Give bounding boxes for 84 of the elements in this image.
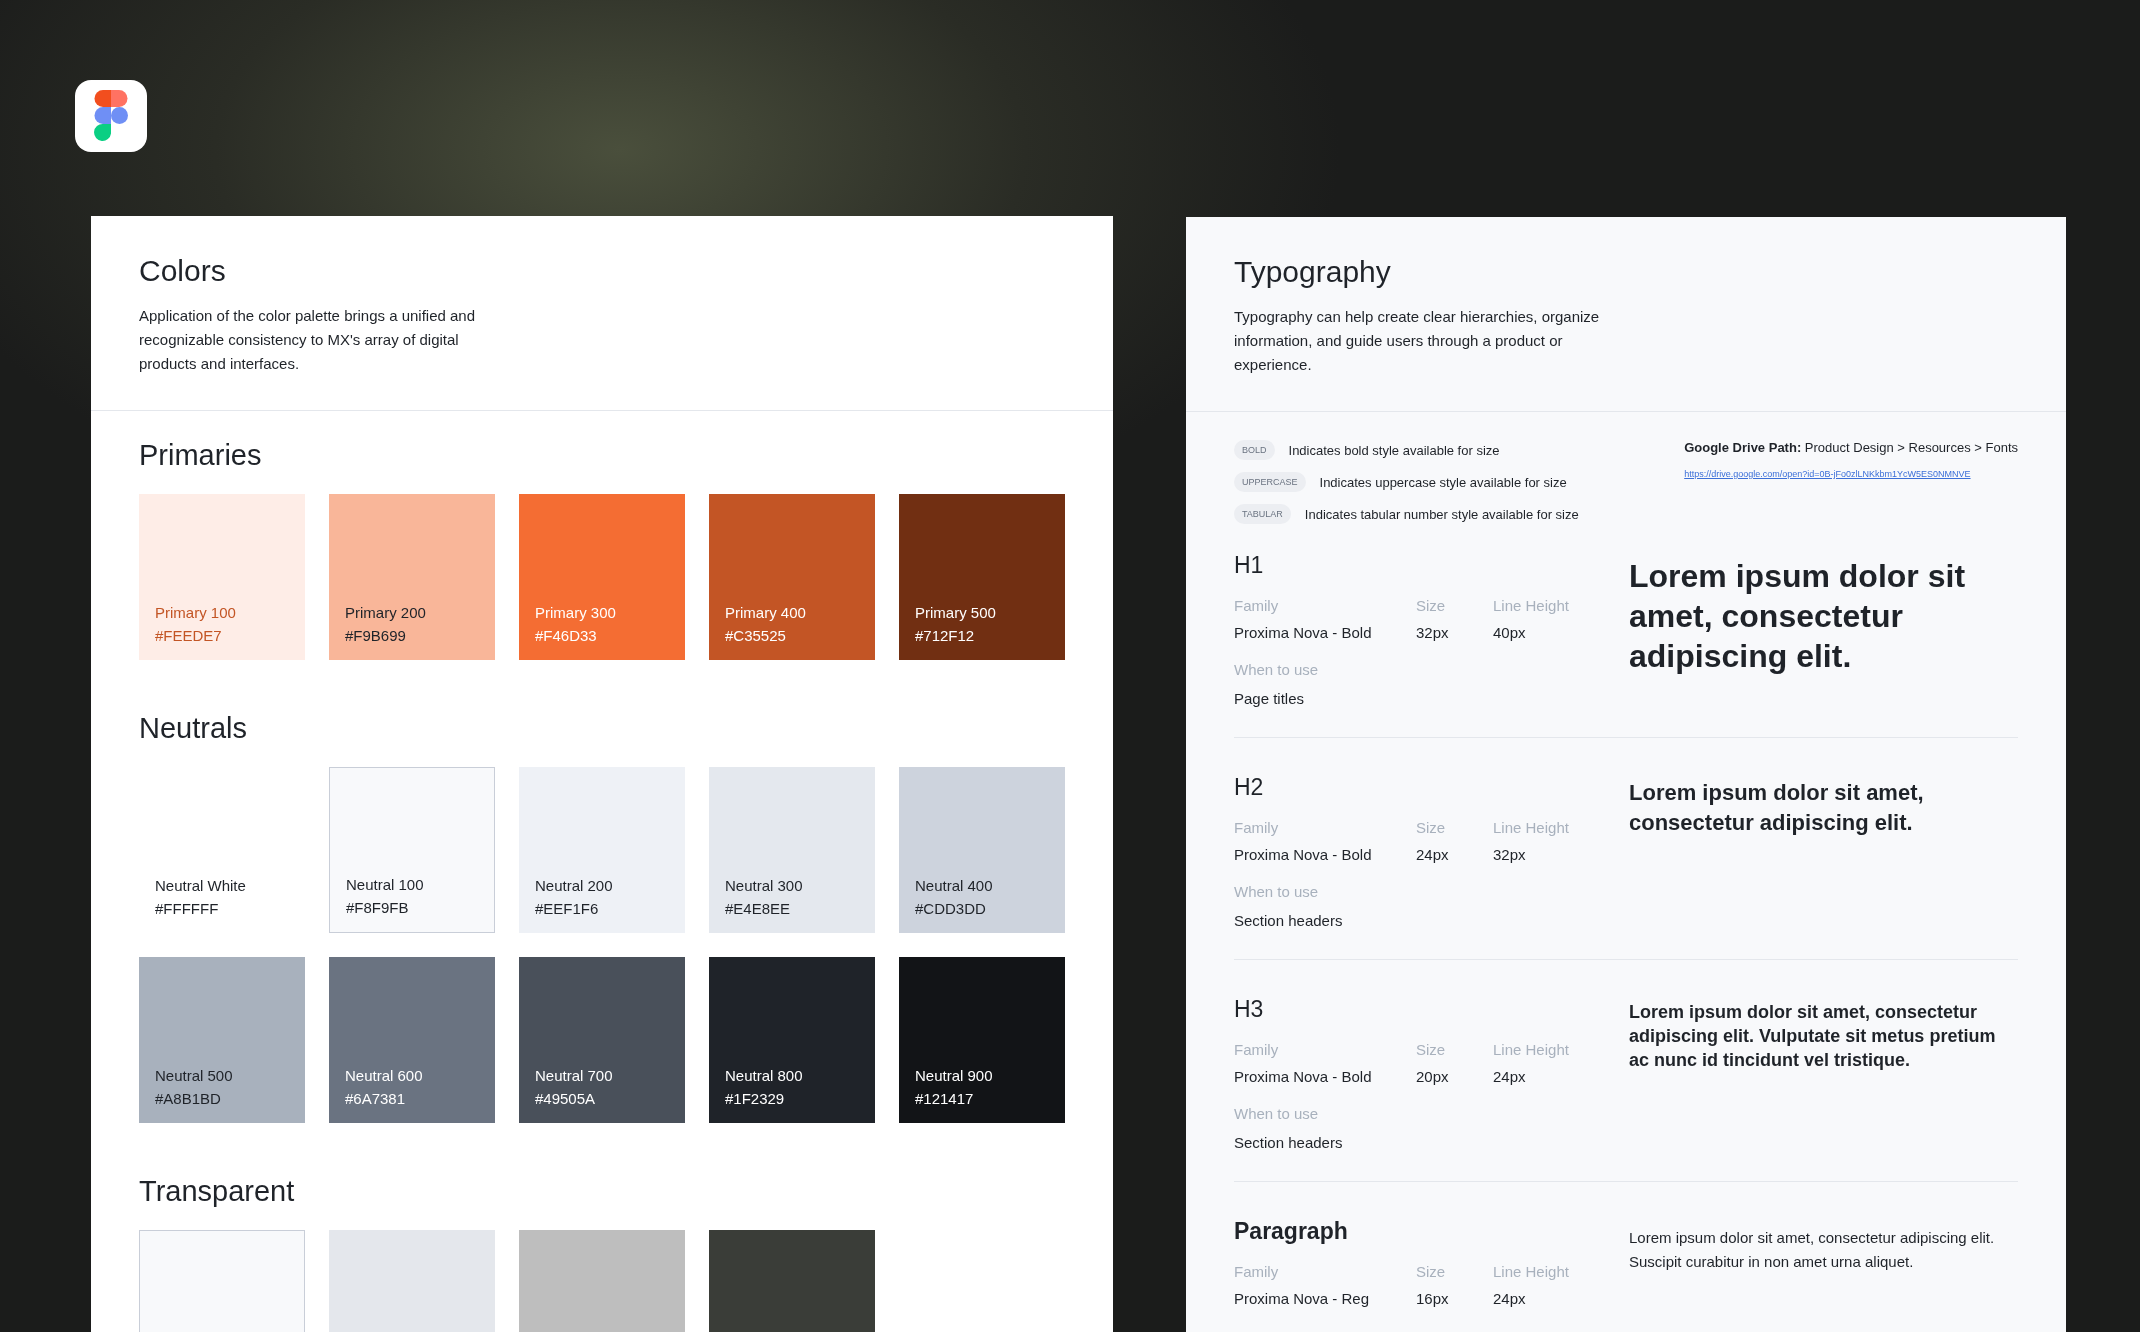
field-value: Section headers [1234, 912, 1344, 929]
swatch-name: Neutral 900 [915, 1067, 994, 1084]
swatch-hex: #A8B1BD [155, 1090, 222, 1107]
panel-title: Typography [1234, 255, 1392, 289]
panel-description: Application of the color palette brings a unified and recognizable consistency to MX's array of digital products and interfaces. [139, 306, 477, 374]
swatch-name: Neutral 400 [915, 877, 994, 894]
swatch-name: Primary 200 [345, 604, 427, 621]
swatch-hex: #FEEDE7 [155, 627, 223, 644]
sample-text: Lorem ipsum dolor sit amet, consectetur adipiscing elit. Suscipit curabitur in non amet urna aliquet. [1629, 1228, 1996, 1272]
swatch-name: Neutral 300 [725, 877, 804, 894]
field-label: Family [1234, 819, 1280, 836]
field-value: Proxima Nova - Reg [1234, 1290, 1371, 1307]
section-title: Neutrals [139, 712, 248, 745]
field-value: 40px [1493, 624, 1527, 641]
swatch-hex: #121417 [915, 1090, 975, 1107]
swatch-hex: #712F12 [915, 627, 976, 644]
swatch-name: Neutral White [155, 877, 247, 894]
swatch-name: Primary 100 [155, 604, 237, 621]
field-label: Size [1416, 597, 1447, 614]
field-value: Proxima Nova - Bold [1234, 1068, 1373, 1085]
field-value: Proxima Nova - Bold [1234, 624, 1373, 641]
swatch-name: Neutral 200 [535, 877, 614, 894]
swatch-hex: #49505A [535, 1090, 597, 1107]
swatch-name: Primary 400 [725, 604, 807, 621]
field-value: 16px [1416, 1290, 1450, 1307]
swatch-name: Primary 300 [535, 604, 617, 621]
field-label: Family [1234, 1041, 1280, 1058]
legend-text: Indicates tabular number style available for size [1304, 506, 1579, 522]
swatch-hex: #FFFFFF [155, 900, 220, 917]
sample-text: Lorem ipsum dolor sit amet, consectetur adipiscing elit. [1629, 557, 1967, 676]
style-badge: UPPERCASE [1234, 472, 1306, 492]
field-label: Line Height [1493, 597, 1570, 614]
style-label: H1 [1234, 552, 1265, 579]
section-title: Primaries [139, 439, 263, 472]
swatch-name: Neutral 500 [155, 1067, 234, 1084]
field-label: When to use [1234, 1105, 1320, 1122]
style-label: H2 [1234, 774, 1265, 801]
swatch-hex: #CDD3DD [915, 900, 987, 917]
swatch-name: Neutral 600 [345, 1067, 424, 1084]
field-label: Line Height [1493, 1041, 1570, 1058]
swatch-name: Neutral 700 [535, 1067, 614, 1084]
swatch-hex: #6A7381 [345, 1090, 407, 1107]
field-value: Section headers [1234, 1134, 1344, 1151]
field-value: 32px [1416, 624, 1450, 641]
field-label: Family [1234, 597, 1280, 614]
swatch-hex: #E4E8EE [725, 900, 792, 917]
section-title: Transparent [139, 1175, 296, 1208]
swatch-name: Primary 500 [915, 604, 997, 621]
swatch-hex: #F8F9FB [346, 899, 410, 916]
field-label: When to use [1234, 661, 1320, 678]
field-value: 20px [1416, 1068, 1450, 1085]
field-value: Page titles [1234, 690, 1306, 707]
field-value: Proxima Nova - Bold [1234, 846, 1373, 863]
style-badge: TABULAR [1234, 504, 1291, 524]
swatch-name: Neutral 100 [346, 876, 425, 893]
field-value: 24px [1493, 1290, 1527, 1307]
field-value: 32px [1493, 846, 1527, 863]
style-label: Paragraph [1234, 1218, 1349, 1245]
legend-text: Indicates uppercase style available for size [1319, 474, 1567, 490]
logo-icon [94, 90, 128, 142]
drive-path: Google Drive Path: Product Design > Resources > Fonts [1684, 440, 2018, 455]
swatch-name: Neutral 800 [725, 1067, 804, 1084]
style-label: H3 [1234, 996, 1265, 1023]
sample-text: Lorem ipsum dolor sit amet, consectetur adipiscing elit. [1629, 779, 1925, 837]
swatch-hex: #EEF1F6 [535, 900, 600, 917]
field-label: Line Height [1493, 1263, 1570, 1280]
field-label: Size [1416, 819, 1447, 836]
swatch-hex: #F9B699 [345, 627, 407, 644]
field-label: Size [1416, 1263, 1447, 1280]
swatch-hex: #1F2329 [725, 1090, 786, 1107]
swatch-hex: #F46D33 [535, 627, 598, 644]
field-label: Line Height [1493, 819, 1570, 836]
field-label: Size [1416, 1041, 1447, 1058]
field-label: When to use [1234, 883, 1320, 900]
legend-text: Indicates bold style available for size [1288, 442, 1500, 458]
sample-text: Lorem ipsum dolor sit amet, consectetur adipiscing elit. Vulputate sit metus pretium ac nunc id tincidunt vel tristique. [1629, 1001, 1997, 1072]
field-value: 24px [1416, 846, 1450, 863]
field-value: 24px [1493, 1068, 1527, 1085]
swatch-hex: #C35525 [725, 627, 787, 644]
drive-link[interactable]: https://drive.google.com/open?id=0B-jFo0zlLNKkbm1YcW5ES0NMNVE [1684, 469, 2018, 479]
panel-title: Colors [139, 254, 227, 288]
panel-description: Typography can help create clear hierarchies, organize information, and guide users through a product or experience. [1234, 307, 1601, 375]
field-label: Family [1234, 1263, 1280, 1280]
style-badge: BOLD [1234, 440, 1275, 460]
